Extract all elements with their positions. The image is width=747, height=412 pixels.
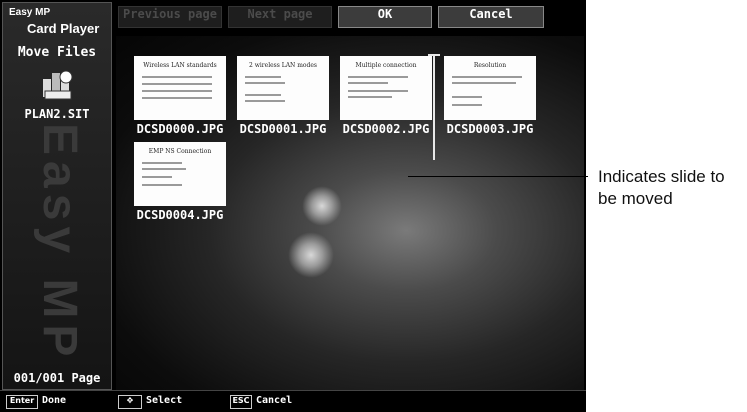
slide-thumbnail[interactable]: Wireless LAN standards DCSD0000.JPG bbox=[134, 56, 226, 140]
sidebar: Easy MP Card Player Move Files PLAN2.SIT… bbox=[2, 2, 112, 390]
toolbar: Previous page Next page OK Cancel bbox=[118, 6, 584, 30]
next-page-button[interactable]: Next page bbox=[228, 6, 332, 28]
enter-hint: Done bbox=[42, 395, 67, 406]
slide-filename: DCSD0003.JPG bbox=[446, 122, 534, 136]
insertion-marker bbox=[433, 56, 435, 160]
select-hint: Select bbox=[146, 395, 183, 406]
cancel-hint: Cancel bbox=[256, 395, 293, 406]
slide-preview: EMP NS Connection bbox=[134, 142, 226, 206]
watermark-text: Easy MP bbox=[33, 123, 86, 363]
background-glow bbox=[288, 232, 334, 278]
callout-leader-line bbox=[408, 176, 588, 177]
logo-line2: Card Player bbox=[27, 21, 100, 36]
enter-key-icon: Enter bbox=[6, 395, 38, 409]
file-name: PLAN2.SIT bbox=[24, 107, 90, 121]
page-indicator: 001/001 Page bbox=[13, 371, 101, 385]
card-player-screen: Easy MP Card Player Move Files PLAN2.SIT… bbox=[0, 0, 586, 412]
slide-preview: Multiple connection bbox=[340, 56, 432, 120]
status-bar: Enter Done ✥ Select ESC Cancel bbox=[0, 390, 586, 412]
slide-thumbnail[interactable]: EMP NS Connection DCSD0004.JPG bbox=[134, 142, 226, 226]
slide-thumbnail-selected[interactable]: Multiple connection DCSD0002.JPG bbox=[340, 56, 432, 140]
slide-preview: 2 wireless LAN modes bbox=[237, 56, 329, 120]
background-glow bbox=[302, 186, 342, 226]
slide-title: EMP NS Connection bbox=[148, 148, 212, 155]
logo-line1: Easy MP bbox=[9, 7, 51, 18]
callout-label: Indicates slide to be moved bbox=[598, 167, 725, 208]
arrow-keys-icon: ✥ bbox=[118, 395, 142, 409]
slide-title: Wireless LAN standards bbox=[143, 62, 217, 69]
previous-page-button[interactable]: Previous page bbox=[118, 6, 222, 28]
slide-filename: DCSD0001.JPG bbox=[239, 122, 327, 136]
archive-file-icon bbox=[41, 67, 75, 101]
slide-preview: Resolution bbox=[444, 56, 536, 120]
ok-button[interactable]: OK bbox=[338, 6, 432, 28]
slide-title: Resolution bbox=[473, 62, 507, 69]
thumbnail-area: Wireless LAN standards DCSD0000.JPG 2 wi… bbox=[116, 36, 584, 390]
mode-title: Move Files bbox=[17, 45, 97, 60]
esc-key-icon: ESC bbox=[230, 395, 252, 409]
app-logo: Easy MP Card Player bbox=[9, 7, 109, 41]
slide-title: Multiple connection bbox=[355, 62, 417, 69]
slide-thumbnail[interactable]: Resolution DCSD0003.JPG bbox=[444, 56, 536, 140]
slide-filename: DCSD0000.JPG bbox=[136, 122, 224, 136]
slide-title: 2 wireless LAN modes bbox=[249, 62, 317, 69]
slide-filename: DCSD0004.JPG bbox=[136, 208, 224, 222]
slide-thumbnail[interactable]: 2 wireless LAN modes DCSD0001.JPG bbox=[237, 56, 329, 140]
slide-preview: Wireless LAN standards bbox=[134, 56, 226, 120]
cancel-button[interactable]: Cancel bbox=[438, 6, 544, 28]
slide-filename: DCSD0002.JPG bbox=[342, 122, 430, 136]
